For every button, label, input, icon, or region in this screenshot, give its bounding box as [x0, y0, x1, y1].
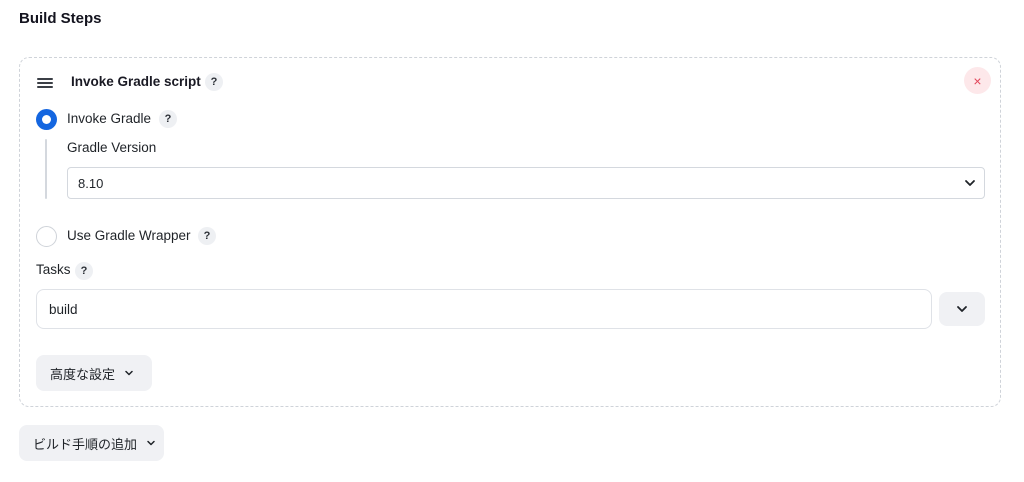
invoke-gradle-radio[interactable] — [36, 109, 57, 130]
invoke-gradle-help-icon[interactable]: ? — [159, 110, 177, 128]
chevron-down-icon — [965, 180, 975, 186]
chevron-down-icon — [147, 440, 155, 446]
tasks-input[interactable]: build — [36, 289, 932, 329]
section-title: Build Steps — [19, 10, 102, 27]
tasks-help-icon[interactable]: ? — [75, 262, 93, 280]
delete-step-button[interactable]: × — [964, 67, 991, 94]
advanced-settings-label: 高度な設定 — [50, 366, 116, 382]
gradle-version-label: Gradle Version — [67, 140, 157, 155]
drag-handle-icon[interactable] — [37, 78, 53, 88]
add-build-step-label: ビルド手順の追加 — [33, 436, 138, 452]
use-gradle-wrapper-radio[interactable] — [36, 226, 57, 247]
step-help-icon[interactable]: ? — [205, 73, 223, 91]
invoke-gradle-label: Invoke Gradle — [67, 111, 152, 126]
use-gradle-wrapper-help-icon[interactable]: ? — [198, 227, 216, 245]
advanced-settings-button[interactable]: 高度な設定 — [36, 355, 152, 391]
use-gradle-wrapper-label: Use Gradle Wrapper — [67, 228, 191, 243]
chevron-down-icon — [125, 370, 133, 376]
gradle-version-value: 8.10 — [78, 175, 104, 191]
page: Build Steps Invoke Gradle script ? × Inv… — [0, 0, 1024, 482]
gradle-version-select[interactable]: 8.10 — [67, 167, 985, 199]
tasks-label: Tasks — [36, 262, 71, 277]
nested-options-bar — [45, 139, 47, 199]
tasks-expand-button[interactable] — [939, 292, 985, 326]
step-title: Invoke Gradle script — [71, 74, 201, 89]
add-build-step-button[interactable]: ビルド手順の追加 — [19, 425, 164, 461]
tasks-value: build — [49, 301, 78, 317]
chevron-down-icon — [957, 306, 967, 312]
close-icon: × — [973, 72, 982, 89]
